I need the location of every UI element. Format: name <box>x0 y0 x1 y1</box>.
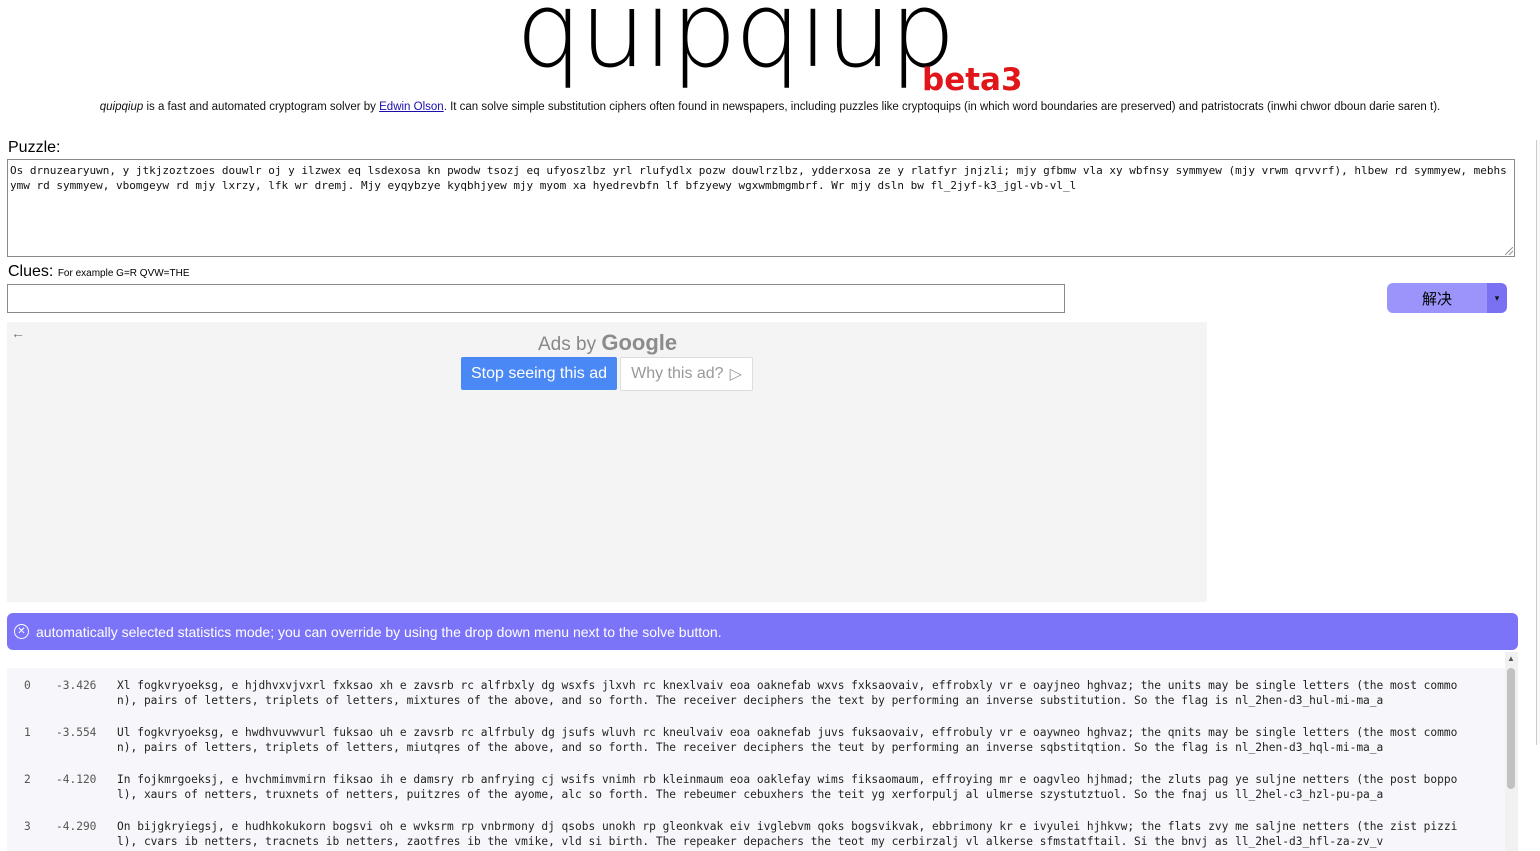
resize-grip-icon[interactable] <box>1505 247 1513 255</box>
ad-panel: ← Ads by Google Stop seeing this ad Why … <box>7 322 1207 602</box>
ads-by-google: Ads by Google <box>538 330 677 356</box>
why-this-ad-button[interactable]: Why this ad? ▷ <box>620 357 753 391</box>
play-triangle-icon: ▷ <box>729 366 742 383</box>
result-text: Ul fogkvryoeksg, e hwdhvuvwvurl fuksao u… <box>117 726 1458 754</box>
solve-button[interactable]: 解决 <box>1387 283 1487 313</box>
page-scrollbar[interactable] <box>1536 140 1540 745</box>
results-scrollbar[interactable]: ▲ <box>1505 652 1518 851</box>
scrollbar-thumb[interactable] <box>1507 668 1515 789</box>
tagline: quipqiup is a fast and automated cryptog… <box>0 101 1540 113</box>
clues-label-wrap: Clues: For example G=R QVW=THE <box>8 263 190 281</box>
result-text: On bijgkryiegsj, e hudhkokukorn bogsvi o… <box>117 820 1458 848</box>
puzzle-text: Os drnuzearyuwn, y jtkjzoztzoes douwlr o… <box>10 164 1507 192</box>
result-text: Xl fogkvryoeksg, e hjdhvxvjvxrl fxksao x… <box>117 679 1458 707</box>
result-score: -4.120 <box>56 773 97 786</box>
clues-hint: For example G=R QVW=THE <box>57 268 190 279</box>
why-this-ad-label: Why this ad? <box>631 365 724 382</box>
result-index: 0 <box>24 679 31 692</box>
result-score: -3.426 <box>56 679 97 692</box>
result-text: In fojkmrgoeksj, e hvchmimvmirn fiksao i… <box>117 773 1458 801</box>
result-index: 3 <box>24 820 31 833</box>
puzzle-label: Puzzle: <box>8 139 61 156</box>
mode-notice-banner: ✕ automatically selected statistics mode… <box>7 613 1518 650</box>
tagline-brand: quipqiup <box>99 101 144 113</box>
solve-mode-dropdown[interactable]: ▾ <box>1487 283 1507 313</box>
puzzle-textarea[interactable]: Os drnuzearyuwn, y jtkjzoztzoes douwlr o… <box>7 159 1515 257</box>
clues-input[interactable] <box>7 284 1065 313</box>
close-icon[interactable]: ✕ <box>14 624 29 639</box>
results-list: 0 -3.426 Xl fogkvryoeksg, e hjdhvxvjvxrl… <box>7 668 1505 851</box>
result-score: -4.290 <box>56 820 97 833</box>
google-logo: Google <box>601 330 678 355</box>
result-score: -3.554 <box>56 726 97 739</box>
site-logo: quipqiup <box>516 0 956 91</box>
mode-notice-text: automatically selected statistics mode; … <box>36 623 722 640</box>
scroll-up-icon[interactable]: ▲ <box>1507 654 1515 663</box>
back-arrow-icon[interactable]: ← <box>11 325 25 341</box>
clues-label: Clues: <box>8 263 54 280</box>
tagline-pre: is a fast and automated cryptogram solve… <box>143 101 380 113</box>
author-link[interactable]: Edwin Olson <box>379 101 444 113</box>
chevron-down-icon: ▾ <box>1494 292 1500 303</box>
tagline-post: . It can solve simple substitution ciphe… <box>443 101 1441 113</box>
ads-by-label: Ads by <box>538 334 597 355</box>
beta-badge: beta3 <box>922 62 1023 98</box>
stop-seeing-ad-button[interactable]: Stop seeing this ad <box>461 357 617 390</box>
result-index: 2 <box>24 773 31 786</box>
result-index: 1 <box>24 726 31 739</box>
